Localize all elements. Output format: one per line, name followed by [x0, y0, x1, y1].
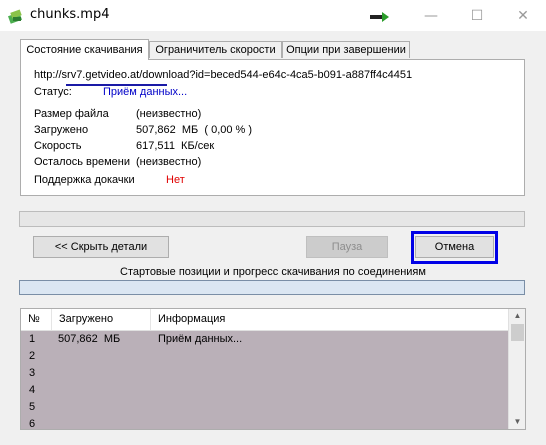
row-downloaded: 507,862 МБ — [58, 333, 121, 345]
time-left-label: Осталось времени — [34, 156, 131, 168]
cancel-button[interactable]: Отмена — [415, 236, 494, 258]
window-title: chunks.mp4 — [30, 7, 110, 22]
table-header: № Загружено Информация — [21, 309, 508, 331]
table-row[interactable]: 3 — [21, 365, 508, 382]
download-status-panel: http://srv7.getvideo.at/download?id=bece… — [20, 59, 525, 196]
title-bar: chunks.mp4 — ☐ ✕ — [0, 0, 546, 31]
table-row[interactable]: 5 — [21, 399, 508, 416]
connections-table: № Загружено Информация 1 507,862 МБ Приё… — [20, 308, 526, 430]
table-row[interactable]: 4 — [21, 382, 508, 399]
table-row[interactable]: 2 — [21, 348, 508, 365]
table-body: 1 507,862 МБ Приём данных... 2 3 4 5 6 — [21, 331, 508, 430]
file-size-label: Размер файла — [34, 108, 109, 120]
resume-support-label: Поддержка докачки — [34, 174, 135, 186]
tab-speed-limiter[interactable]: Ограничитель скорости — [149, 41, 282, 58]
minimize-button[interactable]: — — [408, 0, 454, 31]
scroll-thumb[interactable] — [511, 324, 524, 341]
table-scrollbar[interactable]: ▲ ▼ — [508, 309, 525, 429]
row-info: Приём данных... — [158, 333, 243, 345]
tab-download-status[interactable]: Состояние скачивания — [20, 39, 149, 60]
download-url[interactable]: http://srv7.getvideo.at/download?id=bece… — [34, 69, 412, 81]
downloaded-value: 507,862 МБ ( 0,00 % ) — [136, 124, 253, 136]
status-value: Приём данных... — [103, 86, 188, 98]
resume-support-value: Нет — [166, 174, 185, 186]
downloaded-label: Загружено — [34, 124, 89, 136]
table-row[interactable]: 1 507,862 МБ Приём данных... — [21, 331, 508, 348]
hide-details-button[interactable]: << Скрыть детали — [33, 236, 169, 258]
column-header-number[interactable]: № — [21, 309, 52, 330]
maximize-button[interactable]: ☐ — [454, 0, 500, 31]
table-row[interactable]: 6 — [21, 416, 508, 430]
speed-value: 617,511 КБ/сек — [136, 140, 215, 152]
scroll-down-arrow-icon[interactable]: ▼ — [509, 415, 525, 429]
row-number: 5 — [29, 401, 36, 413]
row-number: 2 — [29, 350, 36, 362]
row-number: 4 — [29, 384, 36, 396]
speed-label: Скорость — [34, 140, 82, 152]
download-arrow-icon[interactable] — [368, 10, 390, 24]
app-icon — [8, 9, 23, 24]
row-number: 6 — [29, 418, 36, 430]
column-header-info[interactable]: Информация — [151, 309, 508, 330]
status-label: Статус: — [34, 86, 72, 98]
tab-completion-options[interactable]: Опции при завершении — [282, 41, 410, 58]
row-number: 1 — [29, 333, 36, 345]
row-number: 3 — [29, 367, 36, 379]
download-progress-bar — [19, 211, 525, 227]
close-button[interactable]: ✕ — [500, 0, 546, 31]
scroll-up-arrow-icon[interactable]: ▲ — [509, 309, 525, 323]
url-host: srv7.getvideo.at — [61, 69, 140, 81]
column-header-downloaded[interactable]: Загружено — [52, 309, 151, 330]
time-left-value: (неизвестно) — [136, 156, 202, 168]
connections-progress-bar — [19, 280, 525, 295]
file-size-value: (неизвестно) — [136, 108, 202, 120]
connections-caption: Стартовые позиции и прогресс скачивания … — [120, 266, 426, 278]
pause-button[interactable]: Пауза — [306, 236, 388, 258]
